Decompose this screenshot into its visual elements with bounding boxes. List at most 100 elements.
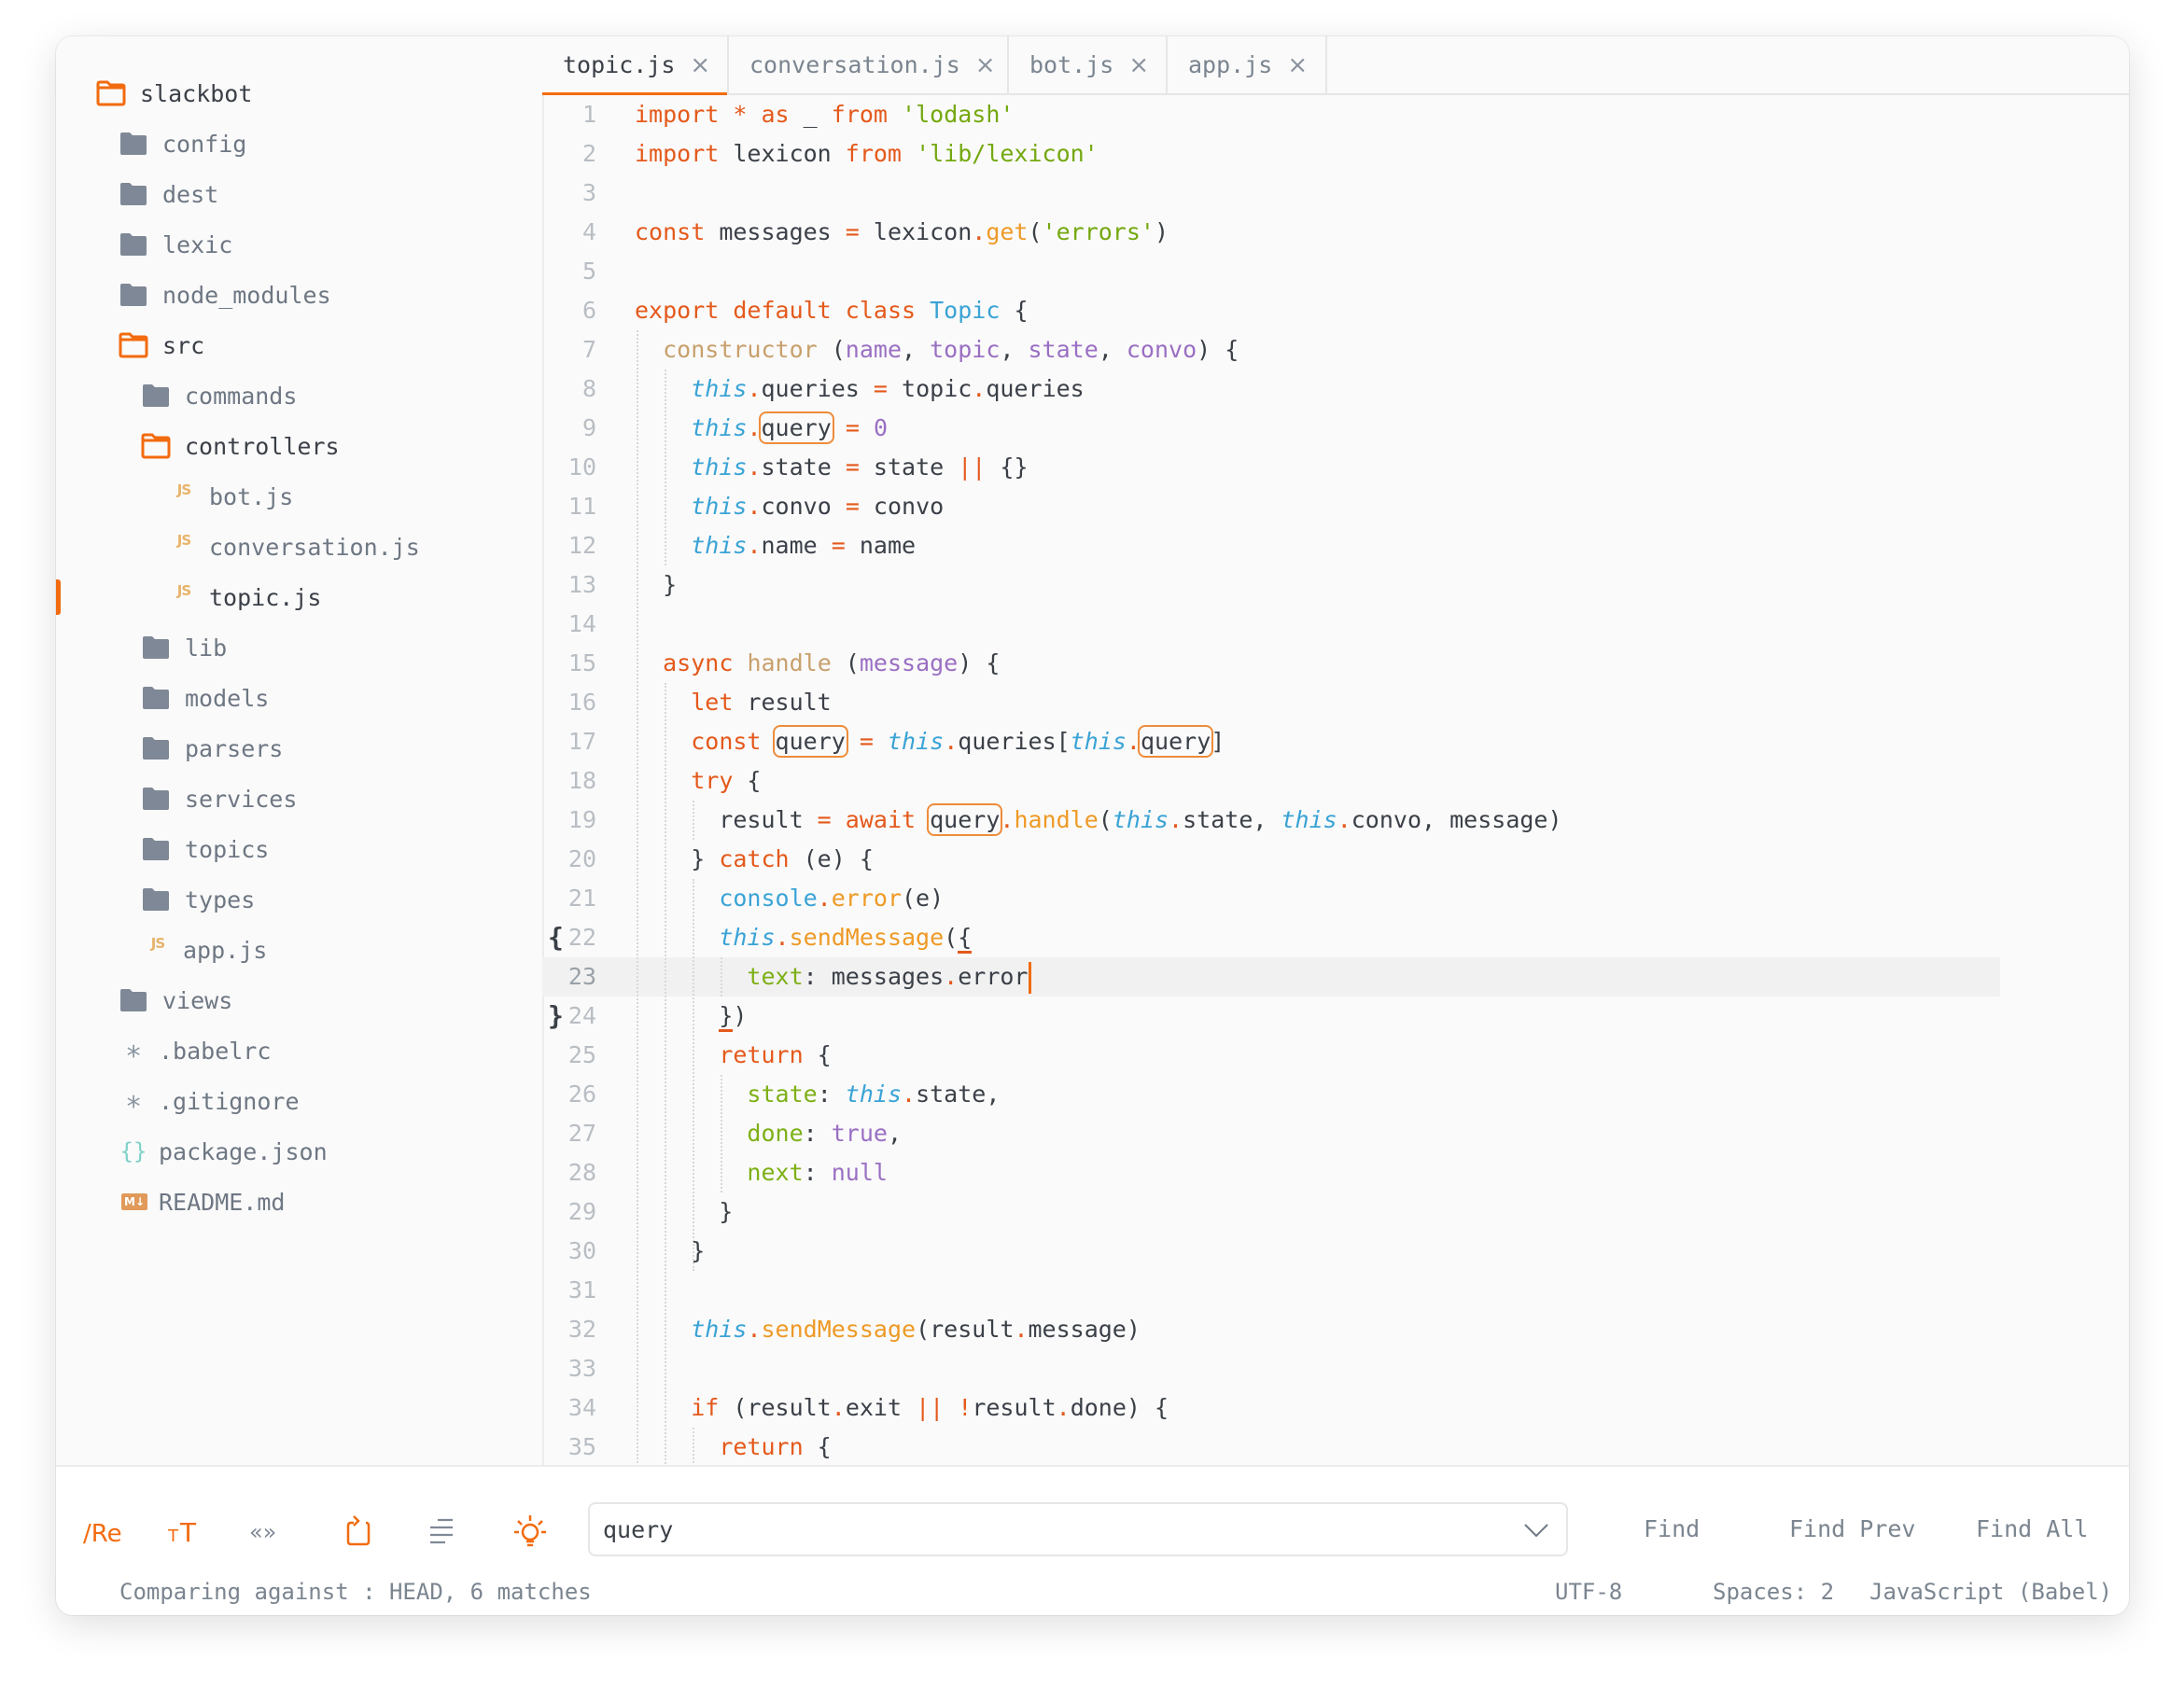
- tree-item-lexic[interactable]: lexic: [118, 219, 232, 270]
- code-text: } catch (e) {: [635, 845, 874, 872]
- line-number: 16: [567, 689, 596, 716]
- status-encoding[interactable]: UTF-8: [1555, 1579, 1622, 1605]
- tree-item-types[interactable]: types: [140, 874, 255, 925]
- tree-item-config[interactable]: config: [118, 119, 246, 169]
- tree-item-parsers[interactable]: parsers: [140, 723, 283, 774]
- fold-close-marker[interactable]: }: [548, 997, 564, 1036]
- close-icon[interactable]: ×: [690, 53, 710, 77]
- tree-item-dest[interactable]: dest: [118, 169, 218, 219]
- tree-item-app-js[interactable]: JS app.js: [146, 925, 268, 975]
- tree-item-label: bot.js: [209, 482, 294, 510]
- svg-text:«»: «»: [249, 1519, 276, 1545]
- tree-item-src[interactable]: src: [118, 320, 204, 370]
- code-line: 22{ this.sendMessage({: [542, 918, 1998, 957]
- tab-label: conversation.js: [749, 51, 960, 78]
- folder-icon: [140, 382, 172, 410]
- folder-icon: [140, 835, 172, 863]
- code-text: return {: [719, 1041, 832, 1068]
- code-line: 8 this.queries = topic.queries: [542, 369, 1998, 409]
- find-button[interactable]: Find: [1644, 1508, 1700, 1551]
- tree-item-label: controllers: [185, 432, 340, 460]
- code-text: let result: [691, 689, 832, 716]
- tree-item-label: models: [185, 684, 270, 712]
- tab-label: bot.js: [1029, 51, 1114, 78]
- tree-item-topic-js[interactable]: JS topic.js: [172, 572, 322, 622]
- line-number: 11: [567, 493, 596, 520]
- find-history-dropdown[interactable]: [1519, 1515, 1553, 1545]
- line-number: 9: [581, 414, 596, 441]
- code-text: this.query = 0: [691, 411, 889, 444]
- highlight-matches-toggle[interactable]: [507, 1510, 553, 1556]
- case-sensitive-toggle[interactable]: TT: [161, 1510, 208, 1556]
- close-icon[interactable]: ×: [975, 53, 996, 77]
- tab-topic-js[interactable]: topic.js ×: [542, 36, 729, 95]
- tree-item-label: .gitignore: [159, 1087, 300, 1115]
- status-syntax[interactable]: JavaScript (Babel): [1869, 1579, 2112, 1605]
- line-number: 20: [567, 845, 596, 872]
- tree-item-topics[interactable]: topics: [140, 824, 269, 874]
- tab-bot-js[interactable]: bot.js ×: [1009, 36, 1168, 93]
- tree-item-package-json[interactable]: {} package.json: [120, 1126, 328, 1177]
- line-number: 35: [567, 1433, 596, 1460]
- js-file-icon: JS: [176, 532, 191, 549]
- code-text: const messages = lexicon.get('errors'): [635, 218, 1169, 245]
- tree-item-views[interactable]: views: [118, 975, 232, 1025]
- line-number: 8: [581, 375, 596, 402]
- highlight-matches-icon: [513, 1513, 547, 1553]
- matching-bracket: }: [719, 1002, 734, 1032]
- close-icon[interactable]: ×: [1287, 53, 1308, 77]
- code-text: done: true,: [747, 1120, 903, 1147]
- code-text: import * as _ from 'lodash': [635, 101, 1015, 128]
- tree-item-readme-md[interactable]: M↓ README.md: [121, 1177, 285, 1227]
- code-line: 20 } catch (e) {: [542, 840, 1998, 879]
- tab-app-js[interactable]: app.js ×: [1168, 36, 1327, 93]
- tree-item-conversation-js[interactable]: JS conversation.js: [172, 522, 420, 572]
- tree-item-commands[interactable]: commands: [140, 370, 297, 421]
- tree-item-services[interactable]: services: [140, 774, 297, 824]
- line-number: 28: [567, 1159, 596, 1186]
- line-number: 14: [567, 610, 596, 637]
- code-line: 33: [542, 1349, 1998, 1388]
- line-number: 2: [581, 140, 596, 167]
- active-file-marker: [56, 579, 61, 615]
- tree-item-node-modules[interactable]: node_modules: [118, 270, 331, 320]
- find-input[interactable]: [588, 1502, 1568, 1556]
- editor-window: slackbot config dest lexic node_modulessrc co…: [56, 36, 2129, 1615]
- tree-item-bot-js[interactable]: JS bot.js: [172, 471, 294, 522]
- code-line: 27 done: true,: [542, 1114, 1998, 1153]
- tree-item-lib[interactable]: lib: [140, 622, 227, 673]
- tree-item-label: src: [162, 331, 205, 359]
- asterisk-icon: ∗: [124, 1034, 143, 1067]
- tree-item-label: config: [162, 130, 247, 158]
- tree-item-babelrc[interactable]: ∗ .babelrc: [121, 1025, 271, 1076]
- wrap-around-toggle[interactable]: [336, 1510, 383, 1556]
- in-selection-toggle[interactable]: [418, 1510, 465, 1556]
- folder-icon: [118, 281, 149, 309]
- find-prev-button[interactable]: Find Prev: [1789, 1508, 1915, 1551]
- tree-item-label: views: [162, 986, 233, 1014]
- close-icon[interactable]: ×: [1128, 53, 1149, 77]
- line-number: 19: [567, 806, 596, 833]
- find-bar: /Re TT «» Find Find Prev Find All Comparin…: [56, 1465, 2129, 1615]
- find-all-button[interactable]: Find All: [1976, 1508, 2088, 1551]
- tree-item-models[interactable]: models: [140, 673, 269, 723]
- tree-item-slackbot[interactable]: slackbot: [95, 68, 252, 119]
- code-text: }: [635, 571, 678, 598]
- regex-toggle-toggle[interactable]: /Re: [79, 1510, 126, 1556]
- fold-open-marker[interactable]: {: [548, 918, 564, 957]
- code-text: constructor (name, topic, state, convo) …: [663, 336, 1239, 363]
- tab-conversation-js[interactable]: conversation.js ×: [729, 36, 1009, 93]
- whole-word-toggle[interactable]: «»: [245, 1510, 292, 1556]
- code-line: 9 this.query = 0: [542, 409, 1998, 448]
- asterisk-icon: ∗: [124, 1084, 143, 1118]
- tree-item-label: dest: [162, 180, 219, 208]
- code-text: export default class Topic {: [635, 297, 1029, 324]
- tree-item-controllers[interactable]: controllers: [140, 421, 340, 471]
- line-number: 5: [581, 258, 596, 285]
- tree-item-label: app.js: [183, 936, 268, 964]
- tree-item-gitignore[interactable]: ∗ .gitignore: [121, 1076, 300, 1126]
- folder-icon: [140, 885, 172, 913]
- code-editor[interactable]: 1 import * as _ from 'lodash' 2 import lexi…: [542, 95, 2129, 1465]
- code-text: }: [635, 1237, 706, 1264]
- status-indentation[interactable]: Spaces: 2: [1713, 1579, 1834, 1605]
